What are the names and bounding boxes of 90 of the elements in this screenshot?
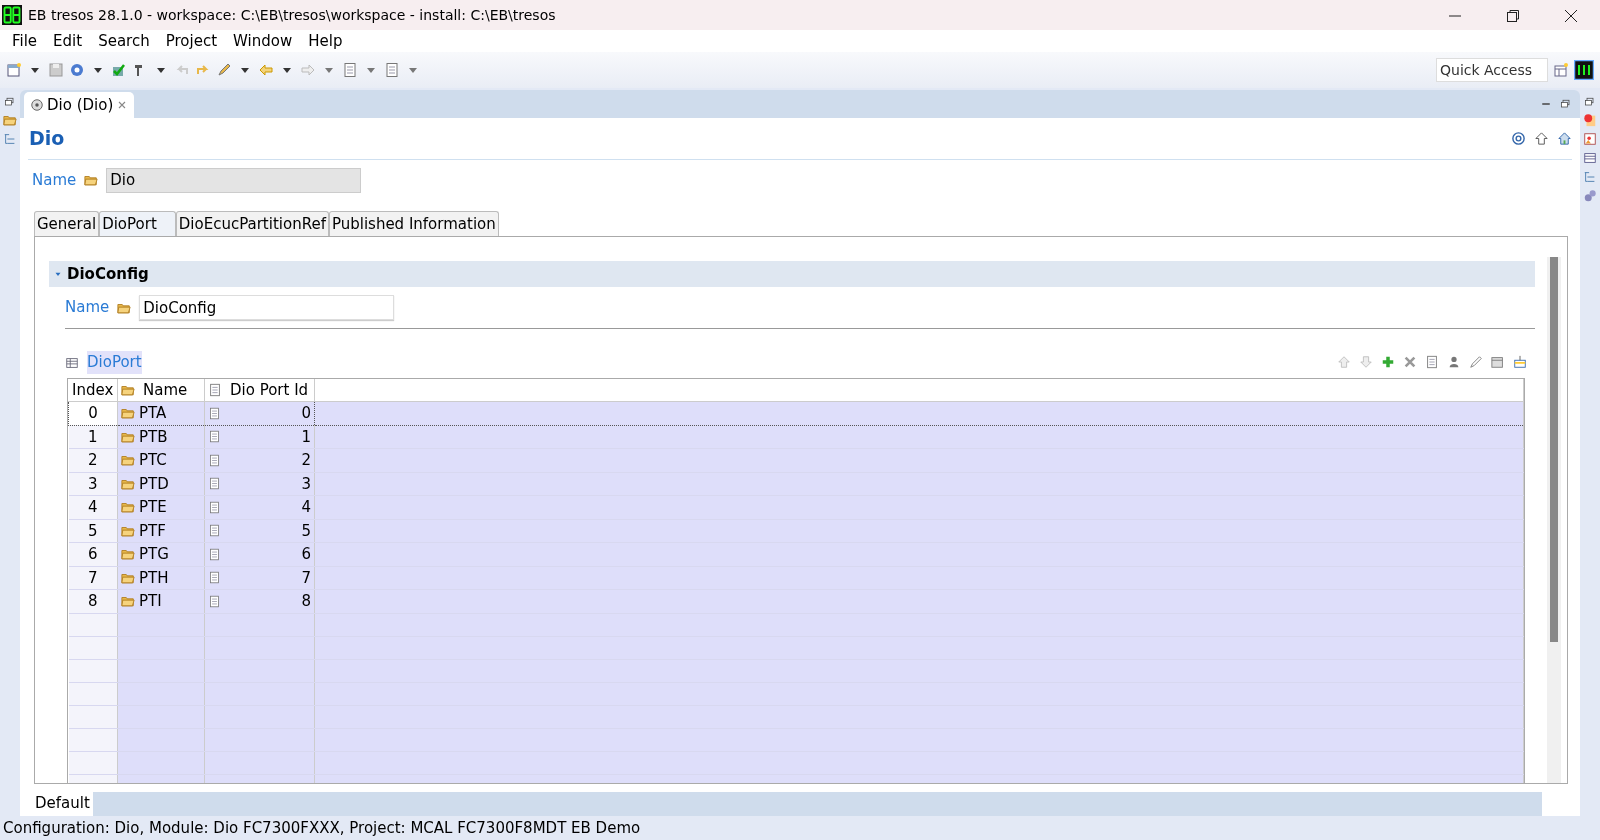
- document-icon: [208, 547, 221, 561]
- pencil-icon[interactable]: [1469, 355, 1483, 370]
- index-cell: 2: [68, 448, 118, 472]
- document-icon: [208, 524, 221, 538]
- name-label[interactable]: Name: [32, 168, 77, 192]
- tree-icon[interactable]: [3, 132, 17, 146]
- id-cell[interactable]: 8: [301, 590, 311, 613]
- column-header-text: Dio Port Id: [230, 379, 309, 401]
- document-icon: [208, 500, 221, 514]
- id-cell[interactable]: 5: [301, 519, 311, 542]
- id-cell[interactable]: 1: [301, 425, 311, 448]
- index-cell: 4: [68, 495, 118, 519]
- error-log-icon[interactable]: [1583, 113, 1597, 127]
- tab[interactable]: General: [34, 210, 100, 236]
- check-icon[interactable]: [111, 62, 127, 78]
- menu-item[interactable]: Project: [157, 30, 226, 52]
- module-icon: [30, 98, 44, 112]
- document-icon[interactable]: [384, 62, 400, 78]
- editor-title: Dio: [29, 126, 65, 151]
- maximize-icon[interactable]: [1560, 98, 1572, 110]
- new-icon[interactable]: [6, 62, 22, 78]
- quick-access-field[interactable]: Quick Access: [1436, 58, 1548, 82]
- name-label[interactable]: Name: [65, 296, 110, 319]
- column-header[interactable]: Index: [68, 378, 118, 402]
- document-icon: [208, 453, 221, 467]
- folder-icon: [121, 594, 135, 609]
- person-icon[interactable]: [1447, 355, 1461, 370]
- index-cell: 8: [68, 589, 118, 613]
- insert-row-icon[interactable]: [1513, 355, 1527, 370]
- id-cell[interactable]: 2: [301, 449, 311, 472]
- folder-icon: [84, 173, 99, 188]
- tree-icon[interactable]: [1583, 170, 1597, 184]
- menu-item[interactable]: Edit: [45, 30, 91, 52]
- document-icon[interactable]: [342, 62, 358, 78]
- close-icon[interactable]: [1564, 8, 1578, 23]
- delete-icon[interactable]: [1403, 355, 1417, 370]
- menu-item[interactable]: Window: [225, 30, 301, 52]
- index-cell: 3: [68, 472, 118, 496]
- index-cell: 6: [68, 542, 118, 566]
- column-header[interactable]: Name: [117, 378, 205, 402]
- menu-item[interactable]: File: [4, 30, 46, 52]
- column-header[interactable]: Dio Port Id: [204, 378, 315, 402]
- document-icon: [208, 382, 222, 397]
- index-cell: 1: [68, 425, 118, 449]
- document-icon: [208, 594, 221, 608]
- copy-icon[interactable]: [1425, 355, 1439, 370]
- document-icon: [208, 430, 221, 444]
- bottom-tab[interactable]: Default: [32, 792, 93, 816]
- edit-table-icon[interactable]: [1491, 355, 1505, 370]
- name-field[interactable]: Dio: [106, 167, 362, 193]
- folders-icon[interactable]: [3, 113, 17, 127]
- window-title: EB tresos 28.1.0 - workspace: C:\EB\tresos\workspace - install: C:\EB\tresos: [28, 5, 556, 25]
- tab[interactable]: DioEcucPartitionRef: [175, 210, 329, 236]
- column-header-text: Name: [143, 379, 188, 401]
- tab[interactable]: DioPort: [99, 210, 176, 236]
- perspective-icon[interactable]: [1574, 60, 1594, 80]
- id-cell[interactable]: 0: [301, 402, 311, 425]
- table-icon: [65, 355, 79, 370]
- section-header[interactable]: DioConfig: [49, 261, 1535, 287]
- folder-icon: [121, 406, 135, 421]
- menu-item[interactable]: Search: [90, 30, 158, 52]
- back-arrow-icon[interactable]: [258, 62, 274, 78]
- document-icon: [208, 477, 221, 491]
- picture-icon[interactable]: [1583, 132, 1597, 146]
- save-icon[interactable]: [48, 62, 64, 78]
- name-field[interactable]: DioConfig: [139, 295, 395, 320]
- document-icon: [208, 571, 221, 585]
- add-icon[interactable]: [1381, 355, 1395, 370]
- id-cell[interactable]: 7: [301, 566, 311, 589]
- index-cell: 5: [68, 519, 118, 543]
- index-cell: 7: [68, 566, 118, 590]
- scrollbar[interactable]: [1547, 257, 1561, 783]
- folder-icon: [121, 453, 135, 468]
- up-arrow-icon[interactable]: [1534, 130, 1549, 146]
- editor-tab[interactable]: Dio (Dio): [24, 92, 135, 118]
- id-cell[interactable]: 3: [301, 472, 311, 495]
- id-cell[interactable]: 6: [301, 543, 311, 566]
- folder-icon: [121, 547, 135, 562]
- id-cell[interactable]: 4: [301, 496, 311, 519]
- folder-icon: [121, 500, 135, 515]
- menu-item[interactable]: Help: [300, 30, 351, 52]
- home-icon[interactable]: [1557, 130, 1572, 146]
- tab[interactable]: Published Information: [328, 210, 499, 236]
- status-text: Configuration: Dio, Module: Dio FC7300FXXX, Project: MCAL FC7300F8MDT EB Demo: [2, 818, 642, 839]
- app-logo-icon: [2, 5, 22, 26]
- document-icon: [208, 406, 221, 420]
- index-cell: 0: [68, 401, 118, 425]
- restore-icon[interactable]: [1506, 8, 1520, 23]
- pen-icon[interactable]: [216, 62, 232, 78]
- table-icon[interactable]: [1583, 151, 1597, 165]
